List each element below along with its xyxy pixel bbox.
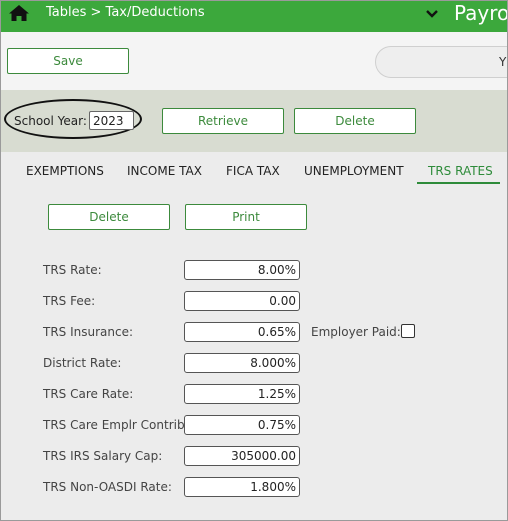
breadcrumb[interactable]: Tables > Tax/Deductions xyxy=(46,5,205,20)
district-rate-field[interactable]: 8.000% xyxy=(184,353,300,373)
trs-non-oasdi-rate-field[interactable]: 1.800% xyxy=(184,477,300,497)
tab-trs-rates[interactable]: TRS RATES xyxy=(428,164,493,178)
search-field[interactable]: Yc xyxy=(375,46,507,78)
district-rate-label: District Rate: xyxy=(43,356,122,370)
trs-care-emplr-contrib-label: TRS Care Emplr Contrib: xyxy=(43,418,189,432)
delete-button[interactable]: Delete xyxy=(48,204,170,230)
tab-bar: EXEMPTIONS INCOME TAX FICA TAX UNEMPLOYM… xyxy=(1,152,507,186)
trs-non-oasdi-rate-label: TRS Non-OASDI Rate: xyxy=(43,480,172,494)
school-year-input[interactable] xyxy=(89,111,134,130)
top-bar: Tables > Tax/Deductions Payro xyxy=(1,1,507,32)
trs-care-rate-field[interactable]: 1.25% xyxy=(184,384,300,404)
app-frame: Tables > Tax/Deductions Payro Save Yc Sc… xyxy=(0,0,508,521)
trs-irs-salary-cap-label: TRS IRS Salary Cap: xyxy=(43,449,163,463)
employer-paid-label: Employer Paid: xyxy=(311,325,401,339)
app-title: Payro xyxy=(454,1,508,25)
trs-irs-salary-cap-field[interactable]: 305000.00 xyxy=(184,446,300,466)
print-button[interactable]: Print xyxy=(185,204,307,230)
retrieve-button[interactable]: Retrieve xyxy=(162,108,284,134)
home-icon[interactable] xyxy=(8,4,30,22)
tab-unemployment[interactable]: UNEMPLOYMENT xyxy=(304,164,404,178)
chevron-down-icon[interactable] xyxy=(425,9,439,19)
trs-rate-label: TRS Rate: xyxy=(43,263,102,277)
trs-fee-label: TRS Fee: xyxy=(43,294,96,308)
trs-insurance-label: TRS Insurance: xyxy=(43,325,134,339)
active-tab-indicator xyxy=(417,182,500,184)
trs-fee-field[interactable]: 0.00 xyxy=(184,291,300,311)
trs-rate-field[interactable]: 8.00% xyxy=(184,260,300,280)
school-year-bar: School Year: Retrieve Delete xyxy=(1,90,507,152)
tab-income-tax[interactable]: INCOME TAX xyxy=(127,164,202,178)
employer-paid-checkbox[interactable] xyxy=(401,324,415,338)
delete-year-button[interactable]: Delete xyxy=(294,108,416,134)
action-row: Save Yc xyxy=(1,32,507,90)
school-year-label: School Year: xyxy=(14,114,87,128)
trs-care-emplr-contrib-field[interactable]: 0.75% xyxy=(184,415,300,435)
tab-exemptions[interactable]: EXEMPTIONS xyxy=(26,164,104,178)
save-button[interactable]: Save xyxy=(7,48,129,74)
trs-insurance-field[interactable]: 0.65% xyxy=(184,322,300,342)
tab-fica-tax[interactable]: FICA TAX xyxy=(226,164,280,178)
trs-care-rate-label: TRS Care Rate: xyxy=(43,387,134,401)
